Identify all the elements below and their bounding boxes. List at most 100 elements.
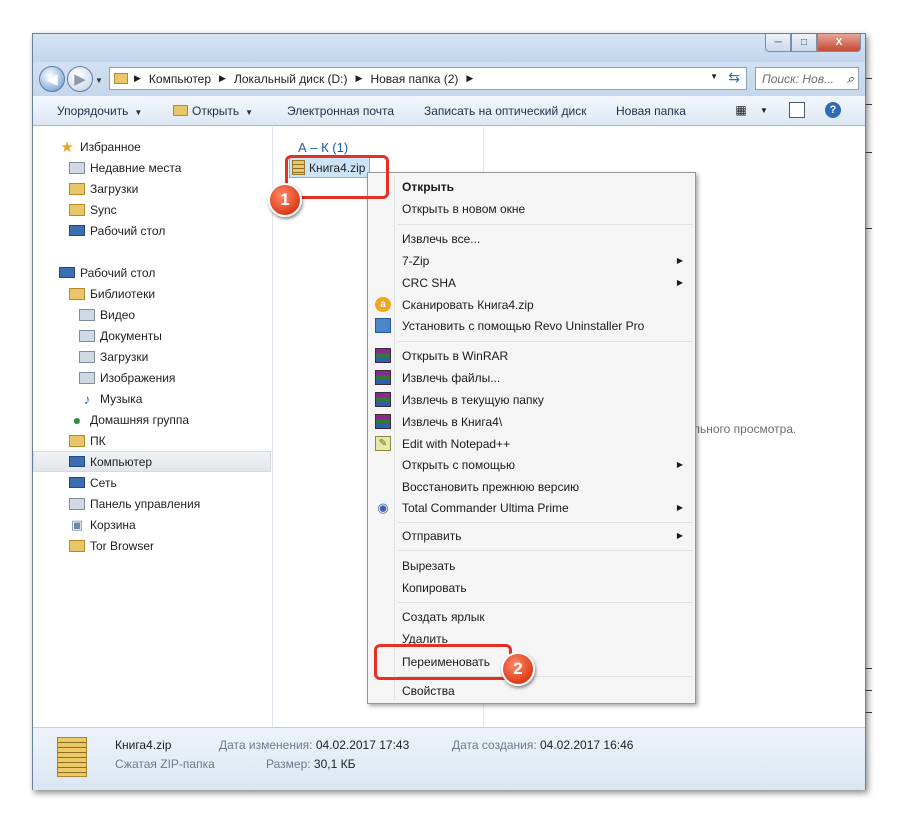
open-folder-icon bbox=[173, 105, 188, 116]
menu-item-open-winrar[interactable]: Открыть в WinRAR bbox=[370, 345, 693, 366]
highlight-box-rename bbox=[374, 644, 512, 680]
sidebar-item-images[interactable]: Изображения bbox=[33, 367, 271, 388]
sidebar-item-label: Музыка bbox=[100, 391, 143, 406]
sidebar-item-network[interactable]: Сеть bbox=[33, 472, 271, 493]
view-options-icon[interactable]: ▦ bbox=[733, 102, 749, 118]
sidebar-item-libraries[interactable]: Библиотеки bbox=[33, 283, 271, 304]
status-modified: Дата изменения: 04.02.2017 17:43 bbox=[219, 738, 410, 752]
revo-uninstaller-icon bbox=[375, 318, 391, 333]
search-input[interactable]: Поиск: Нов... ⌕ bbox=[755, 67, 859, 90]
menu-item-label: Edit with Notepad++ bbox=[402, 436, 511, 451]
sidebar-item-desktop[interactable]: Рабочий стол bbox=[33, 262, 271, 283]
menu-item-crc-sha[interactable]: CRC SHA ▶ bbox=[370, 272, 693, 293]
computer-icon bbox=[69, 456, 85, 467]
menu-item-cut[interactable]: Вырезать bbox=[370, 555, 693, 576]
submenu-arrow-icon: ▶ bbox=[676, 278, 683, 287]
menu-item-open[interactable]: Открыть bbox=[370, 176, 693, 197]
preview-pane-icon[interactable] bbox=[789, 102, 805, 118]
sidebar-item-downloads[interactable]: Загрузки bbox=[33, 178, 271, 199]
recent-places-icon bbox=[69, 161, 85, 174]
organize-button[interactable]: Упорядочить ▼ bbox=[57, 104, 142, 118]
menu-item-send-to[interactable]: Отправить ▶ bbox=[370, 525, 693, 546]
address-dropdown-icon[interactable]: ▼ bbox=[710, 72, 718, 81]
sidebar-item-computer[interactable]: Компьютер bbox=[33, 451, 271, 472]
sidebar-item-pc[interactable]: ПК bbox=[33, 430, 271, 451]
command-bar: Упорядочить ▼ Открыть ▼ Электронная почта … bbox=[33, 96, 865, 126]
sidebar-item-downloads-library[interactable]: Загрузки bbox=[33, 346, 271, 367]
menu-item-extract-all[interactable]: Извлечь все... bbox=[370, 228, 693, 249]
view-dropdown-icon[interactable]: ▼ bbox=[756, 102, 772, 118]
search-icon[interactable]: ⌕ bbox=[847, 71, 854, 87]
refresh-icon[interactable]: ⇆ bbox=[728, 69, 740, 86]
menu-separator bbox=[398, 602, 693, 603]
burn-disc-button[interactable]: Записать на оптический диск bbox=[424, 104, 587, 118]
network-icon bbox=[69, 477, 85, 488]
menu-item-create-shortcut[interactable]: Создать ярлык bbox=[370, 606, 693, 627]
menu-separator bbox=[398, 224, 693, 225]
sidebar-item-label: Библиотеки bbox=[90, 286, 156, 301]
sidebar-item-recycle-bin[interactable]: ▣ Корзина bbox=[33, 514, 271, 535]
menu-item-notepad-plus-plus[interactable]: ✎ Edit with Notepad++ bbox=[370, 433, 693, 454]
menu-item-extract-to-folder[interactable]: Извлечь в Книга4\ bbox=[370, 411, 693, 432]
menu-item-open-new-window[interactable]: Открыть в новом окне bbox=[370, 198, 693, 219]
breadcrumb-computer[interactable]: Компьютер bbox=[149, 72, 211, 86]
sidebar-item-label: Сеть bbox=[90, 475, 117, 490]
menu-item-open-with[interactable]: Открыть с помощью ▶ bbox=[370, 454, 693, 475]
sidebar-item-homegroup[interactable]: ● Домашняя группа bbox=[33, 409, 271, 430]
open-label: Открыть bbox=[192, 104, 240, 118]
menu-item-copy[interactable]: Копировать bbox=[370, 577, 693, 598]
sidebar-item-video[interactable]: Видео bbox=[33, 304, 271, 325]
homegroup-icon: ● bbox=[72, 411, 82, 428]
open-button[interactable]: Открыть ▼ bbox=[173, 104, 253, 118]
menu-item-properties[interactable]: Свойства bbox=[370, 680, 693, 701]
breadcrumb-local-disk[interactable]: Локальный диск (D:) bbox=[234, 72, 348, 86]
breadcrumb-chevron-icon[interactable]: ▶ bbox=[466, 73, 473, 84]
menu-item-scan[interactable]: a Сканировать Книга4.zip bbox=[370, 294, 693, 315]
menu-item-7zip[interactable]: 7-Zip ▶ bbox=[370, 250, 693, 271]
menu-item-restore-version[interactable]: Восстановить прежнюю версию bbox=[370, 476, 693, 497]
maximize-button[interactable]: □ bbox=[791, 34, 817, 52]
status-created: Дата создания: 04.02.2017 16:46 bbox=[452, 738, 634, 752]
sidebar-item-label: Недавние места bbox=[90, 160, 182, 175]
sidebar-item-desktop-favorite[interactable]: Рабочий стол bbox=[33, 220, 271, 241]
menu-item-revo-install[interactable]: Установить с помощью Revo Uninstaller Pr… bbox=[370, 315, 693, 336]
group-header[interactable]: А – К (1) bbox=[298, 140, 348, 155]
sidebar-item-label: Домашняя группа bbox=[90, 412, 190, 427]
menu-item-extract-files[interactable]: Извлечь файлы... bbox=[370, 367, 693, 388]
winrar-icon bbox=[375, 348, 391, 363]
help-icon[interactable]: ? bbox=[825, 102, 841, 118]
status-file-type: Сжатая ZIP-папка bbox=[115, 757, 215, 771]
back-button[interactable]: ◀ bbox=[39, 66, 65, 92]
forward-button[interactable]: ▶ bbox=[67, 66, 93, 92]
address-bar[interactable]: ▶ Компьютер ▶ Локальный диск (D:) ▶ Нова… bbox=[109, 67, 747, 90]
menu-item-extract-here[interactable]: Извлечь в текущую папку bbox=[370, 389, 693, 410]
menu-item-label: Открыть с помощью bbox=[402, 457, 516, 472]
breadcrumb-chevron-icon[interactable]: ▶ bbox=[134, 73, 141, 84]
breadcrumb-chevron-icon[interactable]: ▶ bbox=[219, 73, 226, 84]
control-panel-icon bbox=[69, 497, 85, 510]
edge-artifact bbox=[866, 228, 872, 229]
close-button[interactable]: X bbox=[817, 34, 861, 52]
sidebar-item-favorites[interactable]: ★ Избранное bbox=[33, 136, 271, 157]
breadcrumb-new-folder[interactable]: Новая папка (2) bbox=[370, 72, 458, 86]
new-folder-button[interactable]: Новая папка bbox=[616, 104, 686, 118]
menu-item-label: Извлечь в текущую папку bbox=[402, 392, 544, 407]
sidebar-item-music[interactable]: ♪ Музыка bbox=[33, 388, 271, 409]
details-pane: Книга4.zip Сжатая ZIP-папка Дата изменен… bbox=[33, 727, 865, 790]
breadcrumb-chevron-icon[interactable]: ▶ bbox=[356, 73, 363, 84]
sidebar-item-documents[interactable]: Документы bbox=[33, 325, 271, 346]
folder-icon bbox=[69, 539, 85, 552]
sidebar-item-label: ПК bbox=[90, 433, 106, 448]
sidebar-item-tor-browser[interactable]: Tor Browser bbox=[33, 535, 271, 556]
address-row: ◀ ▶ ▼ ▶ Компьютер ▶ Локальный диск (D:) … bbox=[33, 62, 865, 96]
minimize-button[interactable]: ─ bbox=[765, 34, 791, 52]
winrar-icon bbox=[375, 414, 391, 429]
sidebar-item-sync[interactable]: Sync bbox=[33, 199, 271, 220]
search-placeholder: Поиск: Нов... bbox=[762, 71, 834, 86]
menu-item-total-commander[interactable]: ◉ Total Commander Ultima Prime ▶ bbox=[370, 497, 693, 518]
email-button[interactable]: Электронная почта bbox=[287, 104, 394, 118]
recent-pages-dropdown-icon[interactable]: ▼ bbox=[95, 76, 103, 85]
sidebar-item-recent-places[interactable]: Недавние места bbox=[33, 157, 271, 178]
sidebar-item-control-panel[interactable]: Панель управления bbox=[33, 493, 271, 514]
sidebar-item-label: Рабочий стол bbox=[80, 265, 156, 280]
